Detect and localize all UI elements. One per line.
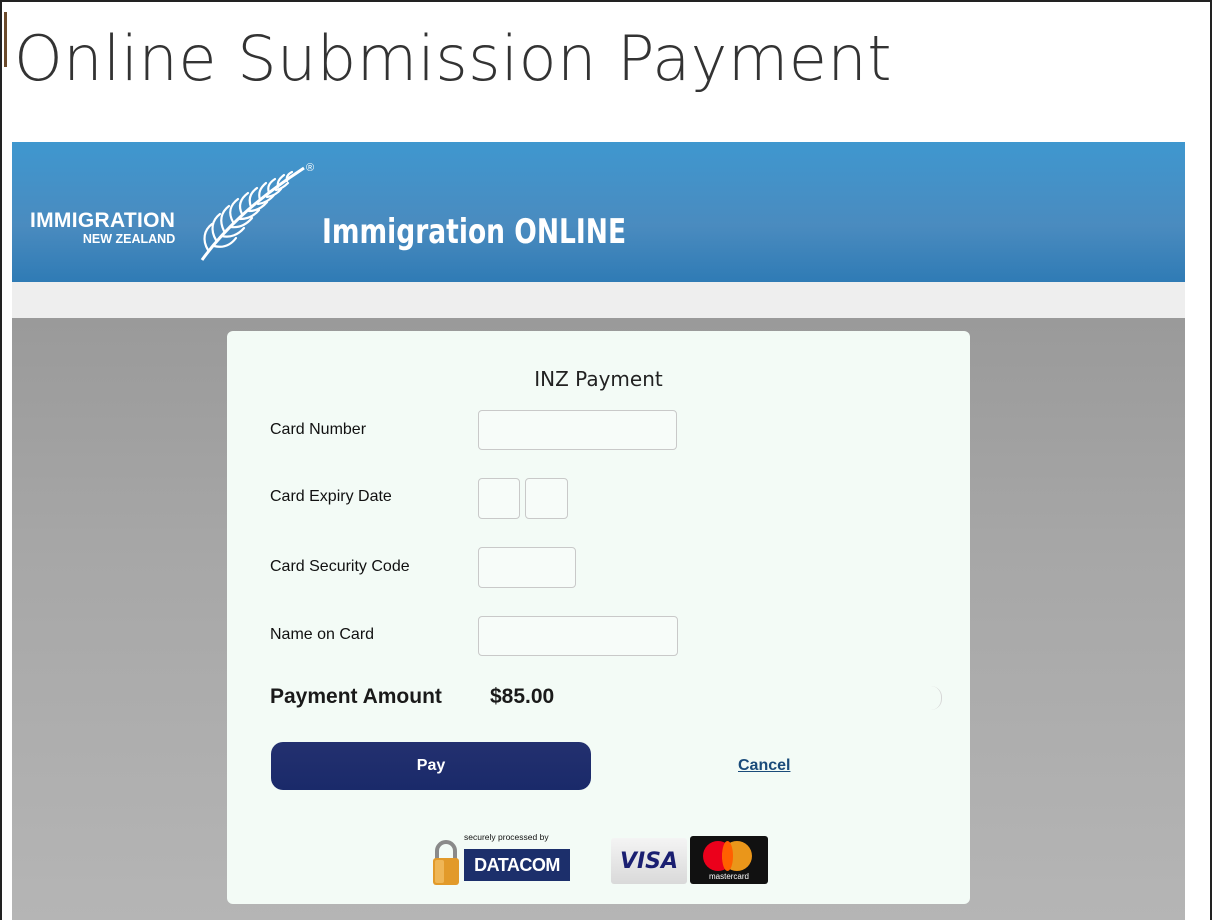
silver-fern-icon: [200, 166, 305, 261]
card-security-code-label: Card Security Code: [270, 558, 410, 575]
banner-title: Immigration ONLINE: [322, 212, 627, 252]
payment-form-card: INZ Payment Card Number Card Expiry Date…: [227, 331, 970, 904]
window-frame-left: [0, 0, 2, 920]
padlock-icon: [433, 840, 459, 885]
window-frame-top: [0, 0, 1212, 2]
mastercard-logo: mastercard: [690, 836, 768, 884]
securely-processed-text: securely processed by: [464, 832, 549, 842]
page-title: Online Submission Payment: [14, 22, 893, 95]
payment-logos: securely processed by DATACOM VISA maste…: [431, 831, 771, 891]
payment-form-title: INZ Payment: [534, 367, 663, 391]
name-on-card-label: Name on Card: [270, 626, 375, 643]
expiry-month-input[interactable]: [478, 478, 520, 519]
datacom-logo: DATACOM: [464, 849, 570, 881]
text-cursor-mark: [4, 12, 7, 67]
logo-line-immigration: IMMIGRATION: [30, 209, 176, 232]
name-on-card-input[interactable]: [478, 616, 678, 656]
logo-line-new-zealand: NEW ZEALAND: [82, 232, 176, 246]
payment-amount-value: $85.00: [490, 685, 555, 708]
visa-logo: VISA: [611, 838, 687, 884]
inz-logo[interactable]: IMMIGRATION NEW ZEALAND: [30, 209, 176, 247]
cancel-link[interactable]: Cancel: [738, 757, 790, 775]
amount-field-edge: [931, 686, 942, 710]
banner-divider-strip: [12, 282, 1185, 318]
card-number-input[interactable]: [478, 410, 677, 450]
card-number-label: Card Number: [270, 421, 367, 438]
mastercard-overlap: [722, 841, 733, 871]
pay-button[interactable]: Pay: [271, 742, 591, 790]
expiry-year-input[interactable]: [525, 478, 568, 519]
registered-mark: ®: [306, 162, 315, 174]
card-security-code-input[interactable]: [478, 547, 576, 588]
mastercard-wordmark: mastercard: [708, 872, 749, 881]
payment-amount-label: Payment Amount: [270, 685, 442, 708]
card-expiry-label: Card Expiry Date: [270, 488, 392, 505]
header-banner: IMMIGRATION NEW ZEALAND ® Immigration ON…: [12, 142, 1185, 282]
